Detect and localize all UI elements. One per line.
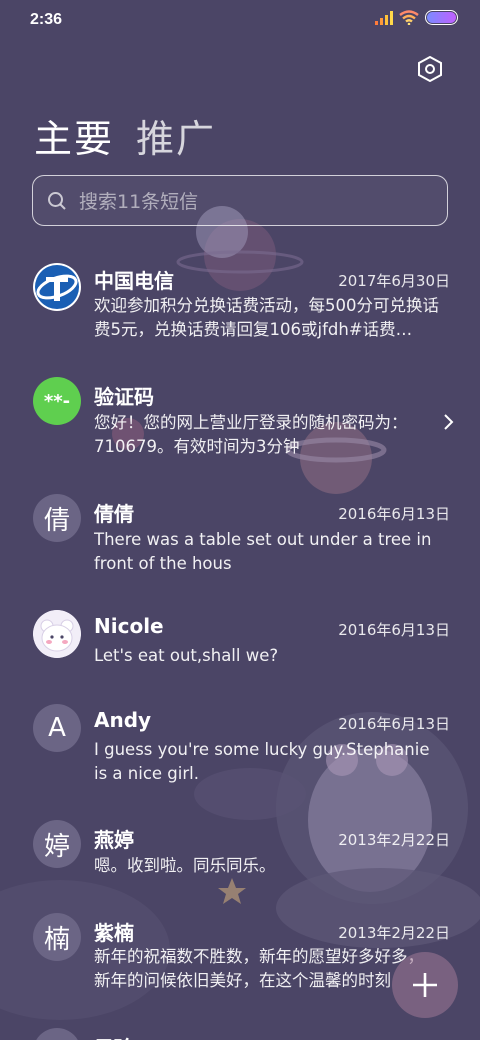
china-telecom-logo [33,263,81,311]
tab-bar: 主要 推广 [34,108,216,163]
tab-promotions[interactable]: 推广 [136,108,216,163]
avatar: **- [33,377,81,425]
conversation-item[interactable]: **- 验证码 您好！您的网上营业厅登录的随机密码为：710679。有效时间为3… [0,377,480,477]
message-date: 2013年2月22日 [338,924,450,942]
message-preview: There was a table set out under a tree i… [94,530,432,573]
sender-name: Nicole [94,614,164,638]
conversation-item[interactable]: A Andy 2016年6月13日 I guess you're some lu… [0,704,480,804]
battery-icon [425,10,458,25]
avatar: 婷 [33,820,81,868]
chevron-right-icon[interactable] [442,413,454,431]
status-icons [375,10,458,25]
avatar: 楠 [33,913,81,961]
sender-name: 燕婷 [94,828,134,852]
message-preview: 您好！您的网上营业厅登录的随机密码为：710679。有效时间为3分钟 [94,413,408,456]
settings-button[interactable] [414,53,446,85]
conversation-item[interactable]: 中国电信 2017年6月30日 欢迎参加积分兑换话费活动，每500分可兑换话费5… [0,258,480,358]
avatar [33,1028,81,1040]
signal-icon [375,10,393,25]
conversation-item[interactable]: Nicole 2016年6月13日 Let's eat out,shall we… [0,610,480,690]
message-preview: 欢迎参加积分兑换话费活动，每500分可兑换话费5元，兑换话费请回复106或jfd… [94,296,439,339]
sender-name: 子玲 [94,1032,134,1040]
message-preview: Let's eat out,shall we? [94,646,279,665]
message-date: 2017年6月30日 [338,272,450,290]
sender-name: 紫楠 [94,921,134,945]
message-preview: I guess you're some lucky guy.Stephanie … [94,740,430,783]
sender-name: Andy [94,708,152,732]
message-date: 2013年2月22日 [338,831,450,849]
sender-name: 中国电信 [94,269,174,293]
sender-name: 倩倩 [94,502,134,526]
message-date: 2016年6月13日 [338,715,450,733]
sender-name: 验证码 [94,385,154,409]
conversation-item[interactable]: 倩 倩倩 2016年6月13日 There was a table set ou… [0,494,480,594]
bear-photo [33,610,81,658]
wifi-icon [399,10,419,25]
tab-main[interactable]: 主要 [34,108,114,163]
settings-hexagon-icon [418,56,442,82]
avatar: 倩 [33,494,81,542]
plus-icon [413,973,437,997]
conversation-item[interactable]: 婷 燕婷 2013年2月22日 嗯。收到啦。同乐同乐。 [0,820,480,900]
search-placeholder: 搜索11条短信 [79,191,199,213]
avatar: A [33,704,81,752]
search-icon [48,191,66,210]
search-input[interactable]: 搜索11条短信 [32,175,448,226]
conversation-item[interactable]: 子玲 [0,1028,480,1040]
status-bar: 2:36 [0,0,480,40]
status-time: 2:36 [30,11,63,28]
message-date: 2016年6月13日 [338,621,450,639]
message-preview: 嗯。收到啦。同乐同乐。 [94,856,276,875]
message-preview: 新年的祝福数不胜数，新年的愿望好多好多，新年的问候依旧美好，在这个温馨的时刻 [94,947,424,990]
new-message-button[interactable] [392,952,458,1018]
message-date: 2016年6月13日 [338,505,450,523]
